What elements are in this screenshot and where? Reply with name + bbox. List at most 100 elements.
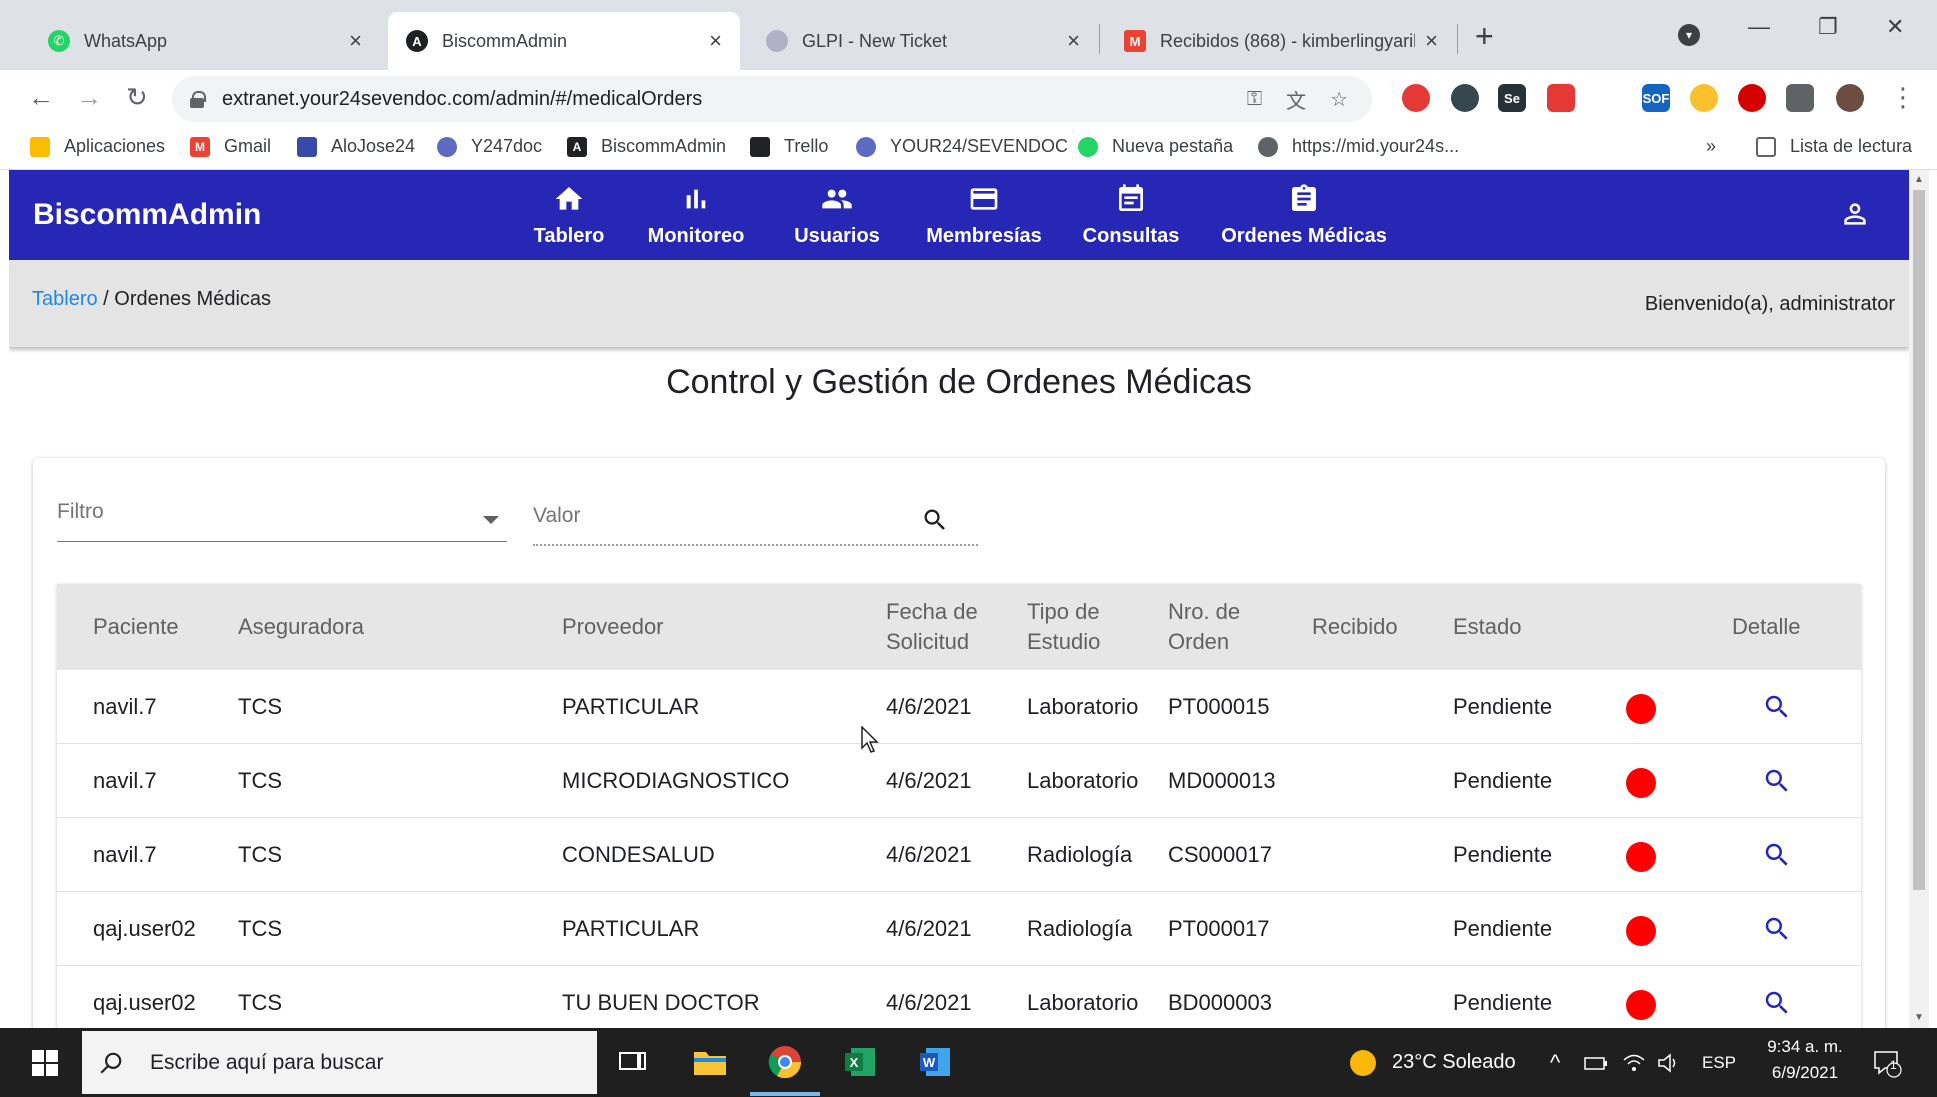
key-icon[interactable]: ⚿ [1247, 88, 1262, 111]
more-menu-icon[interactable]: ⋮ [1890, 82, 1916, 113]
extension-icon[interactable]: SOF [1642, 84, 1670, 112]
reading-list-button[interactable]: Lista de lectura [1756, 136, 1912, 157]
windows-start-icon[interactable] [32, 1050, 58, 1076]
bookmark-y247doc[interactable]: Y247doc [437, 136, 542, 157]
scrollbar-thumb[interactable] [1913, 190, 1925, 890]
value-field[interactable] [533, 496, 978, 546]
task-view-icon[interactable] [611, 1040, 655, 1084]
app-viewport: BiscommAdmin Tablero Monitoreo Usuarios … [9, 170, 1909, 1028]
tab-glpi[interactable]: GLPI - New Ticket × [748, 12, 1098, 70]
bookmark-your24sevendoc[interactable]: YOUR24/SEVENDOC [856, 136, 1068, 157]
bookmark-nueva-pestana[interactable]: Nueva pestaña [1078, 136, 1233, 157]
extension-icon[interactable]: Se [1498, 84, 1526, 112]
column-header[interactable]: Fecha de Solicitud [886, 584, 1006, 670]
bookmarks-overflow-button[interactable]: » [1706, 136, 1716, 157]
forward-icon[interactable]: → [76, 82, 102, 113]
breadcrumb-link-tablero[interactable]: Tablero [32, 288, 98, 310]
tab-biscommadmin[interactable]: A BiscommAdmin × [388, 12, 740, 70]
language-indicator[interactable]: ESP [1702, 1028, 1736, 1097]
dropdown-caret-icon[interactable] [483, 516, 499, 524]
restore-icon[interactable]: ❐ [1818, 14, 1838, 40]
column-header[interactable]: Recibido [1312, 584, 1398, 670]
close-icon[interactable]: × [1425, 28, 1438, 54]
tab-gmail[interactable]: M Recibidos (868) - kimberlingyarih × [1106, 12, 1456, 70]
extension-icon[interactable] [1594, 84, 1622, 112]
detail-search-icon[interactable] [1762, 692, 1792, 722]
column-header[interactable]: Paciente [93, 584, 179, 670]
system-clock[interactable]: 9:34 a. m. 6/9/2021 [1745, 1034, 1865, 1086]
column-header[interactable]: Proveedor [562, 584, 664, 670]
bookmark-trello[interactable]: Trello [750, 136, 828, 157]
column-header[interactable]: Estado [1453, 584, 1522, 670]
table-row[interactable]: qaj.user02 TCS TU BUEN DOCTOR 4/6/2021 L… [57, 966, 1861, 1028]
cell-paciente: navil.7 [93, 842, 157, 867]
close-icon[interactable]: × [349, 28, 362, 54]
value-input[interactable] [533, 496, 913, 536]
extension-icon[interactable] [1547, 84, 1575, 112]
detail-search-icon[interactable] [1762, 988, 1792, 1018]
home-icon [555, 186, 583, 210]
detail-search-icon[interactable] [1762, 914, 1792, 944]
word-icon[interactable]: W [913, 1040, 957, 1084]
nav-monitoreo[interactable]: Monitoreo [641, 170, 751, 260]
column-header[interactable]: Tipo de Estudio [1027, 584, 1137, 670]
column-header[interactable]: Aseguradora [238, 584, 364, 670]
tab-search-icon[interactable]: ▾ [1678, 24, 1700, 46]
detail-search-icon[interactable] [1762, 840, 1792, 870]
app-brand[interactable]: BiscommAdmin [33, 198, 261, 232]
profile-avatar[interactable] [1836, 84, 1864, 112]
notifications-button[interactable]: 1 [1872, 1028, 1902, 1097]
close-icon[interactable]: × [1067, 28, 1080, 54]
table-row[interactable]: navil.7 TCS MICRODIAGNOSTICO 4/6/2021 La… [57, 744, 1861, 818]
tab-whatsapp[interactable]: ✆ WhatsApp × [30, 12, 380, 70]
nav-tablero[interactable]: Tablero [525, 170, 613, 260]
bookmark-gmail[interactable]: M Gmail [190, 136, 271, 157]
nav-ordenes-medicas[interactable]: Ordenes Médicas [1219, 170, 1389, 260]
detail-search-icon[interactable] [1762, 766, 1792, 796]
taskbar-search[interactable]: Escribe aquí para buscar [82, 1031, 597, 1094]
bookmark-alojose24[interactable]: AloJose24 [297, 136, 415, 157]
scroll-down-icon[interactable]: ▼ [1914, 1012, 1924, 1023]
nav-membresias[interactable]: Membresías [919, 170, 1049, 260]
page-scrollbar[interactable]: ▲ ▼ [1909, 170, 1929, 1028]
excel-icon[interactable]: X [838, 1040, 882, 1084]
table-row[interactable]: navil.7 TCS PARTICULAR 4/6/2021 Laborato… [57, 670, 1861, 744]
translate-icon[interactable]: 文 [1286, 85, 1306, 114]
puzzle-icon[interactable] [1786, 84, 1814, 112]
close-icon[interactable]: × [709, 28, 722, 54]
clock-time: 9:34 a. m. [1767, 1037, 1843, 1056]
reload-icon[interactable]: ↻ [126, 82, 148, 113]
volume-icon[interactable] [1657, 1028, 1681, 1097]
table-row[interactable]: navil.7 TCS CONDESALUD 4/6/2021 Radiolog… [57, 818, 1861, 892]
battery-icon[interactable] [1584, 1028, 1608, 1097]
minimize-icon[interactable]: — [1748, 14, 1770, 40]
close-window-icon[interactable]: ✕ [1886, 14, 1904, 40]
nav-label: Consultas [1082, 224, 1180, 247]
extension-icon[interactable] [1738, 84, 1766, 112]
back-icon[interactable]: ← [28, 82, 54, 113]
bookmark-mid[interactable]: https://mid.your24s... [1258, 136, 1459, 157]
file-explorer-icon[interactable] [688, 1040, 732, 1084]
new-tab-button[interactable]: + [1475, 18, 1494, 55]
extension-icon[interactable] [1451, 84, 1479, 112]
bookmark-star-icon[interactable]: ☆ [1330, 87, 1348, 112]
scroll-up-icon[interactable]: ▲ [1914, 174, 1924, 185]
chrome-icon[interactable] [763, 1040, 807, 1084]
show-hidden-icons[interactable]: ^ [1550, 1028, 1560, 1097]
extension-icon[interactable] [1690, 84, 1718, 112]
lock-icon[interactable] [190, 91, 206, 108]
column-header[interactable]: Nro. de Orden [1168, 584, 1268, 670]
bookmark-biscommadmin[interactable]: A BiscommAdmin [567, 136, 726, 157]
nav-consultas[interactable]: Consultas [1079, 170, 1183, 260]
filter-select[interactable]: Filtro [57, 496, 507, 542]
url-text[interactable]: extranet.your24sevendoc.com/admin/#/medi… [222, 88, 1247, 111]
extension-icon[interactable] [1402, 84, 1430, 112]
nav-usuarios[interactable]: Usuarios [787, 170, 887, 260]
weather-widget[interactable]: 23°C Soleado [1350, 1028, 1516, 1097]
address-bar[interactable]: extranet.your24sevendoc.com/admin/#/medi… [172, 76, 1372, 122]
wifi-icon[interactable] [1622, 1028, 1646, 1097]
account-icon[interactable] [1839, 198, 1871, 230]
bookmark-apps[interactable]: Aplicaciones [30, 136, 165, 157]
search-icon[interactable] [921, 506, 949, 534]
table-row[interactable]: qaj.user02 TCS PARTICULAR 4/6/2021 Radio… [57, 892, 1861, 966]
